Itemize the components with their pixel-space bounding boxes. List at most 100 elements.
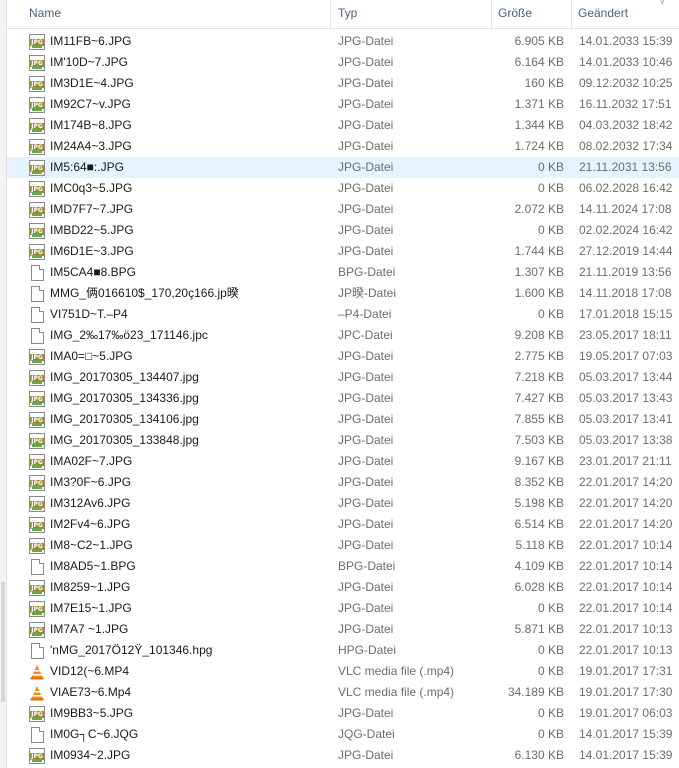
file-row[interactable]: IM0G┐C~6.JQG JQG-Datei 0 KB 14.01.2017 15:3… — [7, 724, 679, 745]
file-row[interactable]: JPG IM6D1E~3.JPG JPG-Datei 1.744 KB 27.12.20… — [7, 241, 679, 262]
file-modified-date: 14.01.2033 15:39 — [579, 34, 673, 48]
file-size: 2.775 KB — [514, 349, 564, 363]
file-size: 0 KB — [537, 181, 564, 195]
file-row[interactable]: JPG IM'10D~7.JPG JPG-Datei 6.164 KB 14.01.20… — [7, 52, 679, 73]
file-row[interactable]: VI751D~T.–P4 –P4-Datei 0 KB 17.01.2018 15:1… — [7, 304, 679, 325]
file-row[interactable]: JPG IM2Fv4~6.JPG JPG-Datei 6.514 KB 22.01.20… — [7, 514, 679, 535]
file-row[interactable]: IM5CA4■8.BPG BPG-Datei 1.307 KB 21.11.2019 … — [7, 262, 679, 283]
file-row[interactable]: IMG_2‰17‰ö23_171146.jpc JPC-Datei 9.208 KB… — [7, 325, 679, 346]
file-size: 1.744 KB — [514, 244, 564, 258]
file-row[interactable]: JPG IMG_20170305_134407.jpg JPG-Datei 7.218… — [7, 367, 679, 388]
file-modified-date: 14.11.2024 17:08 — [579, 202, 672, 216]
file-modified-date: 16.11.2032 17:51 — [579, 97, 672, 111]
file-row[interactable]: JPG IM3D1E~4.JPG JPG-Datei 160 KB 09.12.2032… — [7, 73, 679, 94]
file-name: IM2Fv4~6.JPG — [50, 517, 131, 531]
file-row[interactable]: JPG IM7A7 ~1.JPG JPG-Datei 5.871 KB 22.01.20… — [7, 619, 679, 640]
file-type: JPG-Datei — [338, 34, 394, 48]
file-modified-date: 22.01.2017 14:20 — [579, 517, 673, 531]
file-name: IM0934~2.JPG — [50, 748, 131, 762]
file-type: VLC media file (.mp4) — [338, 664, 455, 678]
file-type: JPG-Datei — [338, 391, 394, 405]
file-size: 1.344 KB — [514, 118, 564, 132]
column-header-date[interactable]: Geändert — [578, 0, 628, 28]
file-type: JPG-Datei — [338, 580, 394, 594]
file-modified-date: 05.03.2017 13:43 — [579, 391, 673, 405]
file-row[interactable]: JPG IM11FB~6.JPG JPG-Datei 6.905 KB 14.01.20… — [7, 31, 679, 52]
file-row[interactable]: JPG IMG_20170305_134336.jpg JPG-Datei 7.427… — [7, 388, 679, 409]
file-modified-date: 19.01.2017 17:31 — [579, 664, 673, 678]
file-name: IM24A4~3.JPG — [50, 139, 132, 153]
file-row[interactable]: JPG IM5:64■:.JPG JPG-Datei 0 KB 21.11.2031 1… — [7, 157, 679, 178]
file-modified-date: 08.02.2032 17:34 — [579, 139, 673, 153]
file-type: JPG-Datei — [338, 97, 394, 111]
file-name: IM6D1E~3.JPG — [50, 244, 134, 258]
file-row[interactable]: VID12(~6.MP4 VLC media file (.mp4) 0 KB 19.… — [7, 661, 679, 682]
file-modified-date: 17.01.2018 15:15 — [579, 307, 673, 321]
file-modified-date: 22.01.2017 14:20 — [579, 496, 673, 510]
file-row[interactable]: JPG IM3?0F~6.JPG JPG-Datei 8.352 KB 22.01.20… — [7, 472, 679, 493]
file-size: 2.072 KB — [514, 202, 564, 216]
file-size: 0 KB — [537, 706, 564, 720]
file-type: JPG-Datei — [338, 139, 394, 153]
column-header-name[interactable]: Name — [29, 0, 61, 28]
file-row[interactable]: JPG IMA02F~7.JPG JPG-Datei 9.167 KB 23.01.20… — [7, 451, 679, 472]
file-type: JPG-Datei — [338, 496, 394, 510]
file-row[interactable]: JPG IMG_20170305_134106.jpg JPG-Datei 7.855… — [7, 409, 679, 430]
file-row[interactable]: VIAE73~6.Mp4 VLC media file (.mp4) 34.189 … — [7, 682, 679, 703]
file-size: 0 KB — [537, 160, 564, 174]
file-row[interactable]: JPG IM0934~2.JPG JPG-Datei 6.130 KB 14.01.20… — [7, 745, 679, 766]
jpg-file-icon: JPG — [29, 160, 45, 176]
file-size: 0 KB — [537, 223, 564, 237]
file-type: JPG-Datei — [338, 223, 394, 237]
file-row[interactable]: 'nMG_2017Ö12Ÿ_101346.hpg HPG-Datei 0 KB 22.… — [7, 640, 679, 661]
file-size: 34.189 KB — [507, 685, 564, 699]
file-type: JPG-Datei — [338, 412, 394, 426]
file-row[interactable]: JPG IMD7F7~7.JPG JPG-Datei 2.072 KB 14.11.20… — [7, 199, 679, 220]
navigation-pane-scrollbar[interactable] — [0, 0, 7, 768]
file-row[interactable]: MMG_俩016610$_170,20ç166.jp暌 JP暌-Datei 1.60… — [7, 283, 679, 304]
jpg-file-icon: JPG — [29, 139, 45, 155]
file-modified-date: 22.01.2017 10:13 — [579, 643, 673, 657]
file-row[interactable]: JPG IMC0q3~5.JPG JPG-Datei 0 KB 06.02.2028 1… — [7, 178, 679, 199]
jpg-file-icon: JPG — [29, 517, 45, 533]
file-row[interactable]: JPG IM174B~8.JPG JPG-Datei 1.344 KB 04.03.20… — [7, 115, 679, 136]
jpg-file-icon: JPG — [29, 181, 45, 197]
file-name: IM5:64■:.JPG — [50, 160, 124, 174]
file-type: JQG-Datei — [338, 727, 395, 741]
file-row[interactable]: JPG IM9BB3~5.JPG JPG-Datei 0 KB 19.01.2017 0… — [7, 703, 679, 724]
file-row[interactable]: JPG IMA0=□~5.JPG JPG-Datei 2.775 KB 19.05.20… — [7, 346, 679, 367]
file-modified-date: 05.03.2017 13:44 — [579, 370, 673, 384]
file-row[interactable]: JPG IM92C7~v.JPG JPG-Datei 1.371 KB 16.11.20… — [7, 94, 679, 115]
column-divider[interactable] — [571, 0, 572, 28]
file-row[interactable]: JPG IM8259~1.JPG JPG-Datei 6.028 KB 22.01.20… — [7, 577, 679, 598]
generic-file-icon — [31, 328, 44, 344]
column-header-size[interactable]: Größe — [498, 0, 532, 28]
file-row[interactable]: JPG IM24A4~3.JPG JPG-Datei 1.724 KB 08.02.20… — [7, 136, 679, 157]
file-modified-date: 22.01.2017 10:14 — [579, 559, 673, 573]
file-type: JPG-Datei — [338, 55, 394, 69]
file-row[interactable]: JPG IM8~C2~1.JPG JPG-Datei 5.118 KB 22.01.20… — [7, 535, 679, 556]
file-row[interactable]: JPG IM7E15~1.JPG JPG-Datei 0 KB 22.01.2017 1… — [7, 598, 679, 619]
file-name: IM3?0F~6.JPG — [50, 475, 132, 489]
file-size: 5.118 KB — [515, 538, 564, 552]
jpg-file-icon: JPG — [29, 76, 45, 92]
file-type: BPG-Datei — [338, 559, 396, 573]
file-row[interactable]: JPG IMG_20170305_133848.jpg JPG-Datei 7.503… — [7, 430, 679, 451]
jpg-file-icon: JPG — [29, 202, 45, 218]
file-row[interactable]: JPG IMBD22~5.JPG JPG-Datei 0 KB 02.02.2024 1… — [7, 220, 679, 241]
jpg-file-icon: JPG — [29, 370, 45, 386]
file-modified-date: 21.11.2031 13:56 — [579, 160, 672, 174]
file-type: JPG-Datei — [338, 475, 394, 489]
column-divider[interactable] — [330, 0, 331, 28]
navigation-pane-scroll-thumb[interactable] — [1, 582, 5, 702]
file-row[interactable]: IM8AD5~1.BPG BPG-Datei 4.109 KB 22.01.2017 … — [7, 556, 679, 577]
file-row[interactable]: JPG IM312Av6.JPG JPG-Datei 5.198 KB 22.01.20… — [7, 493, 679, 514]
file-name: IMG_20170305_133848.jpg — [50, 433, 199, 447]
file-size: 160 KB — [524, 76, 564, 90]
column-header-type[interactable]: Typ — [338, 0, 357, 28]
file-type: JPG-Datei — [338, 517, 394, 531]
file-size: 9.167 KB — [514, 454, 564, 468]
column-divider[interactable] — [491, 0, 492, 28]
file-modified-date: 06.02.2028 16:42 — [579, 181, 673, 195]
file-modified-date: 05.03.2017 13:41 — [579, 412, 673, 426]
